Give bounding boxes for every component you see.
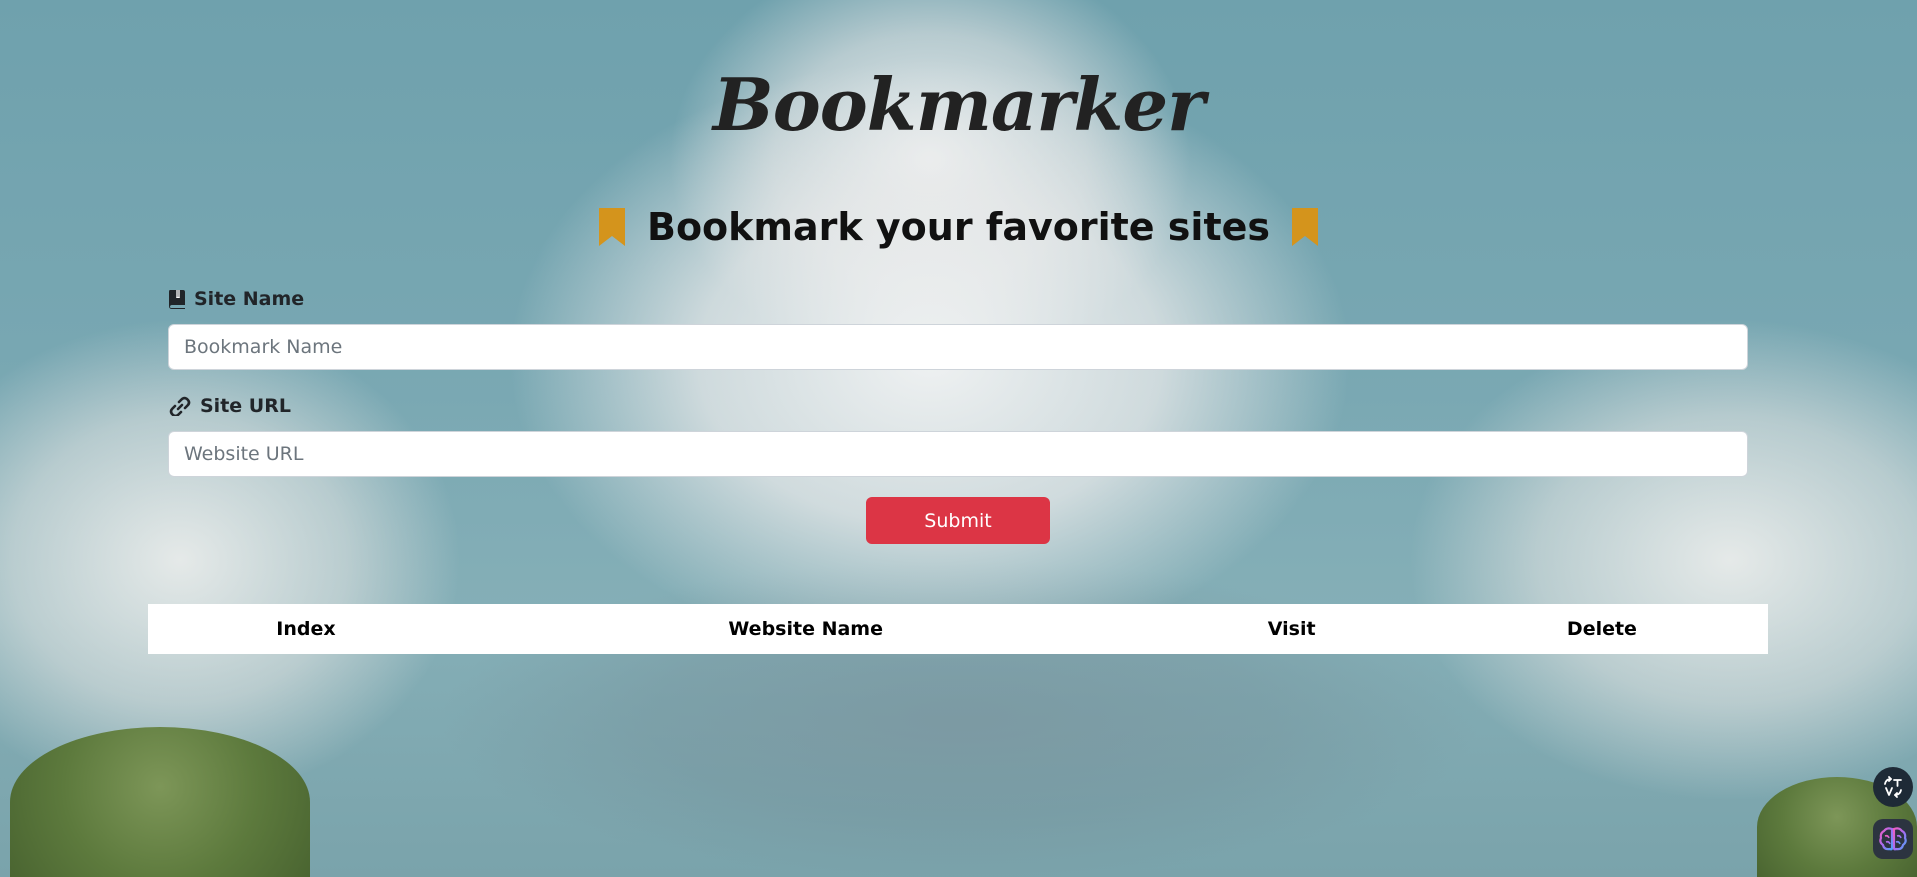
translate-icon[interactable] — [1873, 767, 1913, 807]
book-icon — [168, 289, 186, 309]
page-title: Bookmarker — [712, 62, 1205, 147]
site-url-label-text: Site URL — [200, 395, 291, 417]
link-icon — [168, 396, 192, 416]
column-header-website-name: Website Name — [728, 618, 883, 640]
site-name-group: Site Name — [168, 286, 1748, 370]
submit-button[interactable]: Submit — [866, 497, 1050, 544]
column-header-index: Index — [276, 618, 336, 640]
column-header-delete: Delete — [1566, 618, 1637, 640]
site-url-input[interactable] — [168, 431, 1748, 477]
page-subtitle: Bookmark your favorite sites — [646, 205, 1270, 249]
bookmark-icon — [1290, 206, 1320, 248]
site-name-input[interactable] — [168, 324, 1748, 370]
table-header: Index Website Name Visit Delete — [148, 604, 1768, 654]
subtitle-row: Bookmark your favorite sites — [0, 205, 1917, 249]
table-header-row: Index Website Name Visit Delete — [148, 604, 1768, 654]
site-name-label: Site Name — [168, 286, 1748, 312]
site-url-label: Site URL — [168, 393, 1748, 419]
site-url-group: Site URL — [168, 393, 1748, 477]
tree-decoration-left — [10, 727, 310, 877]
column-header-visit: Visit — [1267, 618, 1316, 640]
bookmark-icon — [597, 206, 627, 248]
site-name-label-text: Site Name — [194, 288, 305, 310]
brain-icon[interactable] — [1873, 819, 1913, 859]
bookmarks-table: Index Website Name Visit Delete — [148, 604, 1768, 654]
